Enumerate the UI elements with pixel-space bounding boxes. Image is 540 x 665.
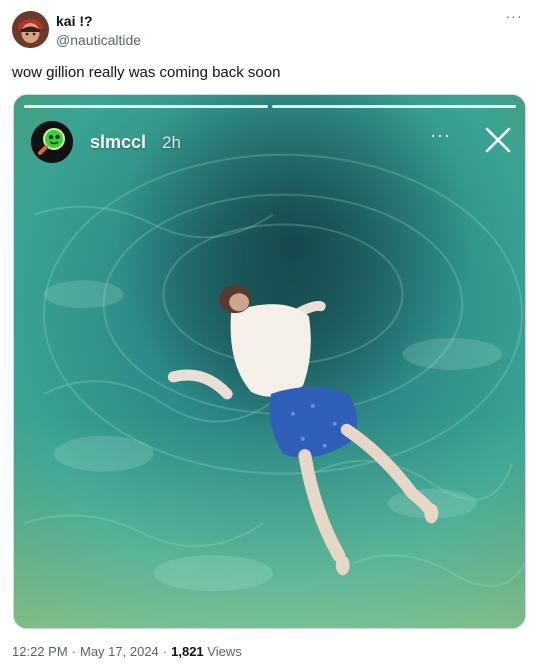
separator: · [162, 644, 168, 659]
close-icon[interactable] [483, 125, 513, 155]
tweet-meta: 12:22 PM · May 17, 2024 · 1,821 Views [12, 644, 242, 659]
more-options-button[interactable]: ··· [504, 9, 524, 26]
views-count: 1,821 [171, 644, 204, 659]
tweet-date[interactable]: May 17, 2024 [80, 644, 159, 659]
author-avatar[interactable] [12, 11, 49, 48]
author-handle[interactable]: @nauticaltide [56, 32, 141, 48]
story-username[interactable]: slmccl [90, 132, 146, 153]
story-avatar[interactable] [31, 121, 73, 163]
author-display-name[interactable]: kai !? [56, 13, 93, 29]
tweet-media-image[interactable]: slmccl 2h ··· [13, 94, 526, 629]
story-age: 2h [162, 133, 181, 152]
pool-swimmer-photo [14, 95, 525, 628]
separator: · [71, 644, 76, 659]
story-more-button[interactable]: ··· [430, 125, 451, 146]
tweet-text: wow gillion really was coming back soon [12, 64, 281, 81]
story-progress-segment-2 [272, 105, 516, 108]
green-creature-magnifier-icon [31, 121, 73, 163]
views-label: Views [207, 644, 242, 659]
tweet-time[interactable]: 12:22 PM [12, 644, 68, 659]
story-progress-segment-1 [24, 105, 268, 108]
